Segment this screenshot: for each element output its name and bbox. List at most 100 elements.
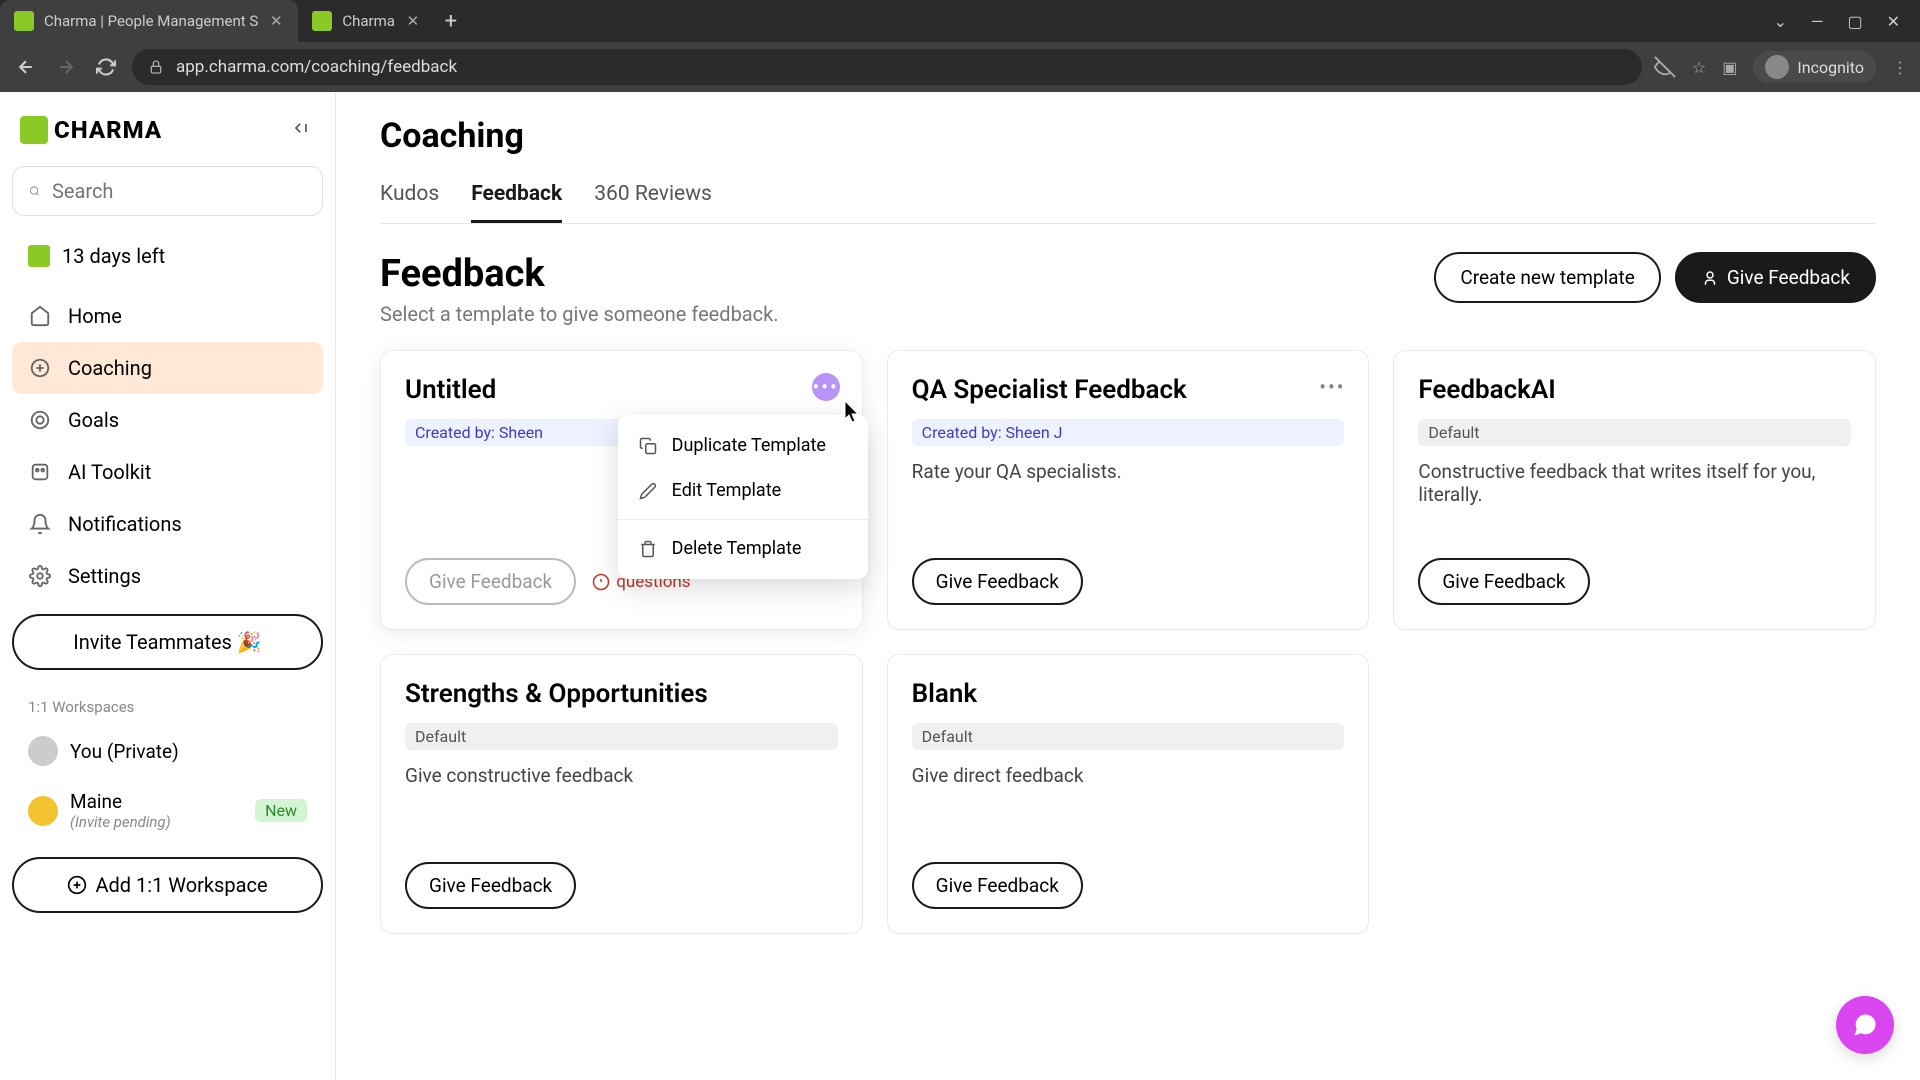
chat-fab[interactable] [1836, 996, 1894, 1054]
main-content: Coaching Kudos Feedback 360 Reviews Feed… [336, 92, 1920, 1080]
template-card[interactable]: ••• Untitled Created by: Sheen Give Feed… [380, 350, 863, 630]
search-input[interactable] [12, 166, 323, 216]
nav-item-settings[interactable]: Settings [12, 550, 323, 602]
creator-badge: Created by: Sheen J [912, 419, 1345, 446]
new-badge: New [255, 799, 307, 822]
extensions-icon[interactable]: ▣ [1722, 58, 1737, 77]
browser-tab-strip: Charma | People Management S ✕ Charma ✕ … [0, 0, 1920, 42]
eye-off-icon[interactable] [1654, 56, 1676, 78]
close-icon[interactable]: ✕ [268, 13, 284, 29]
template-card[interactable]: Strengths & Opportunities Default Give c… [380, 654, 863, 934]
workspace-name: Maine [70, 790, 171, 813]
workspaces-section-label: 1:1 Workspaces [12, 690, 323, 724]
give-feedback-button[interactable]: Give Feedback [1418, 558, 1589, 605]
add-workspace-button[interactable]: Add 1:1 Workspace [12, 857, 323, 913]
browser-tab-active[interactable]: Charma | People Management S ✕ [0, 0, 298, 42]
give-feedback-button[interactable]: Give Feedback [912, 862, 1083, 909]
close-window-icon[interactable]: ✕ [1887, 12, 1900, 31]
give-feedback-button[interactable]: Give Feedback [405, 862, 576, 909]
give-feedback-button[interactable]: Give Feedback [405, 558, 576, 605]
ai-icon [28, 460, 52, 484]
bookmark-icon[interactable]: ☆ [1692, 58, 1706, 77]
incognito-badge[interactable]: Incognito [1753, 51, 1876, 83]
card-menu-button[interactable]: ••• [1318, 373, 1346, 401]
invite-label: Invite Teammates 🎉 [73, 630, 262, 654]
kebab-menu-icon[interactable]: ⋮ [1892, 58, 1908, 77]
maximize-icon[interactable]: ▢ [1847, 12, 1862, 31]
trash-icon [638, 539, 658, 559]
nav-item-ai-toolkit[interactable]: AI Toolkit [12, 446, 323, 498]
nav-list: Home Coaching Goals AI Toolkit Notificat… [12, 290, 323, 602]
card-description: Rate your QA specialists. [912, 460, 1345, 538]
url-text: app.charma.com/coaching/feedback [176, 57, 457, 77]
workspace-item[interactable]: You (Private) [12, 724, 323, 778]
browser-url-bar: app.charma.com/coaching/feedback ☆ ▣ Inc… [0, 42, 1920, 92]
tab-360-reviews[interactable]: 360 Reviews [594, 174, 712, 223]
forward-button[interactable] [52, 53, 80, 81]
lock-icon [148, 59, 164, 75]
logo[interactable]: CHARMA [20, 116, 162, 144]
button-label: Give Feedback [1727, 266, 1850, 289]
default-badge: Default [1418, 419, 1851, 446]
reload-button[interactable] [92, 53, 120, 81]
nav-item-home[interactable]: Home [12, 290, 323, 342]
home-icon [28, 304, 52, 328]
incognito-avatar-icon [1765, 55, 1789, 79]
bell-icon [28, 512, 52, 536]
dropdown-separator [618, 519, 868, 520]
collapse-sidebar-button[interactable] [291, 118, 315, 142]
workspace-item[interactable]: Maine (Invite pending) New [12, 778, 323, 843]
back-button[interactable] [12, 53, 40, 81]
tabs: Kudos Feedback 360 Reviews [380, 174, 1876, 224]
trial-icon [28, 245, 50, 267]
search-icon [29, 180, 40, 202]
section-subtitle: Select a template to give someone feedba… [380, 302, 779, 326]
card-menu-button[interactable]: ••• [812, 373, 840, 401]
tab-title: Charma [342, 12, 395, 30]
card-description: Constructive feedback that writes itself… [1418, 460, 1851, 538]
template-card[interactable]: FeedbackAI Default Constructive feedback… [1393, 350, 1876, 630]
copy-icon [638, 436, 658, 456]
nav-item-coaching[interactable]: Coaching [12, 342, 323, 394]
coaching-icon [28, 356, 52, 380]
logo-text: CHARMA [54, 116, 162, 144]
pencil-icon [638, 481, 658, 501]
dropdown-edit[interactable]: Edit Template [618, 468, 868, 513]
tab-feedback[interactable]: Feedback [471, 174, 562, 223]
template-card[interactable]: ••• QA Specialist Feedback Created by: S… [887, 350, 1370, 630]
search-field[interactable] [52, 179, 306, 203]
nav-item-goals[interactable]: Goals [12, 394, 323, 446]
template-card[interactable]: Blank Default Give direct feedback Give … [887, 654, 1370, 934]
nav-label: Coaching [68, 356, 152, 380]
card-title: QA Specialist Feedback [912, 375, 1345, 405]
add-workspace-label: Add 1:1 Workspace [95, 873, 267, 897]
tab-title: Charma | People Management S [44, 12, 258, 30]
card-title: Strengths & Opportunities [405, 679, 838, 709]
person-icon [1701, 269, 1719, 287]
card-title: Blank [912, 679, 1345, 709]
give-feedback-button[interactable]: Give Feedback [1675, 252, 1876, 303]
dropdown-delete[interactable]: Delete Template [618, 526, 868, 571]
card-title: FeedbackAI [1418, 375, 1851, 405]
trial-text: 13 days left [62, 244, 165, 268]
avatar [28, 796, 58, 826]
new-tab-button[interactable]: + [435, 5, 467, 37]
invite-teammates-button[interactable]: Invite Teammates 🎉 [12, 614, 323, 670]
dropdown-label: Delete Template [672, 538, 802, 559]
chat-icon [1851, 1011, 1879, 1039]
close-icon[interactable]: ✕ [405, 13, 421, 29]
url-input[interactable]: app.charma.com/coaching/feedback [132, 49, 1642, 85]
button-label: Create new template [1460, 266, 1634, 289]
minimize-icon[interactable]: — [1811, 12, 1824, 31]
sidebar: CHARMA 13 days left Home Coaching [0, 92, 336, 1080]
create-template-button[interactable]: Create new template [1434, 252, 1660, 303]
nav-item-notifications[interactable]: Notifications [12, 498, 323, 550]
trial-banner[interactable]: 13 days left [12, 230, 323, 282]
browser-tab[interactable]: Charma ✕ [298, 0, 435, 42]
workspace-name: You (Private) [70, 740, 179, 763]
give-feedback-button[interactable]: Give Feedback [912, 558, 1083, 605]
chevron-down-icon[interactable]: ⌄ [1774, 12, 1787, 31]
dropdown-label: Edit Template [672, 480, 782, 501]
tab-kudos[interactable]: Kudos [380, 174, 439, 223]
dropdown-duplicate[interactable]: Duplicate Template [618, 423, 868, 468]
